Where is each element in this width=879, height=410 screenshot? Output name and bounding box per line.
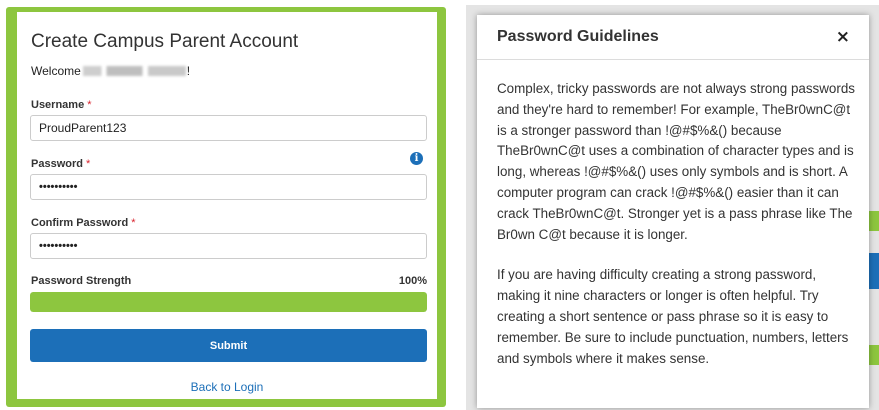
close-icon[interactable]: × — [836, 27, 850, 47]
password-strength-fill — [30, 292, 427, 312]
guidelines-paragraph-2: If you are having difficulty creating a … — [497, 267, 849, 366]
confirm-password-input[interactable]: •••••••••• — [30, 233, 427, 259]
form-frame: Create Campus Parent Account Welcome ! U… — [6, 7, 446, 407]
create-account-card: Create Campus Parent Account Welcome ! U… — [17, 12, 437, 399]
password-strength-label: Password Strength — [31, 275, 132, 287]
username-label-text: Username — [31, 99, 85, 111]
confirm-password-label: Confirm Password * — [31, 217, 135, 229]
submit-button[interactable]: Submit — [30, 329, 427, 362]
password-strength-bar — [30, 292, 427, 312]
modal-header: Password Guidelines × — [477, 15, 869, 60]
page-title: Create Campus Parent Account — [31, 31, 299, 52]
required-mark: * — [85, 158, 91, 170]
username-label: Username * — [31, 99, 91, 111]
guidelines-paragraph-1: Complex, tricky passwords are not always… — [497, 81, 855, 242]
password-input[interactable]: •••••••••• — [30, 174, 427, 200]
redacted-name — [82, 66, 186, 76]
back-to-login-link[interactable]: Back to Login — [17, 380, 437, 394]
confirm-label-text: Confirm Password — [31, 217, 129, 229]
modal-body: Complex, tricky passwords are not always… — [497, 79, 855, 389]
modal-title: Password Guidelines — [497, 28, 659, 45]
welcome-suffix: ! — [186, 64, 191, 78]
welcome-prefix: Welcome — [31, 64, 81, 78]
required-mark: * — [131, 217, 136, 229]
password-label: Password * — [31, 158, 90, 170]
required-mark: * — [87, 99, 92, 111]
welcome-message: Welcome ! — [31, 64, 190, 78]
password-guidelines-modal: Password Guidelines × Complex, tricky pa… — [477, 15, 869, 408]
password-strength-value: 100% — [398, 275, 427, 287]
username-input[interactable]: ProudParent123 — [30, 115, 427, 141]
password-label-text: Password — [31, 158, 83, 170]
info-circle-icon[interactable]: i — [410, 152, 423, 165]
